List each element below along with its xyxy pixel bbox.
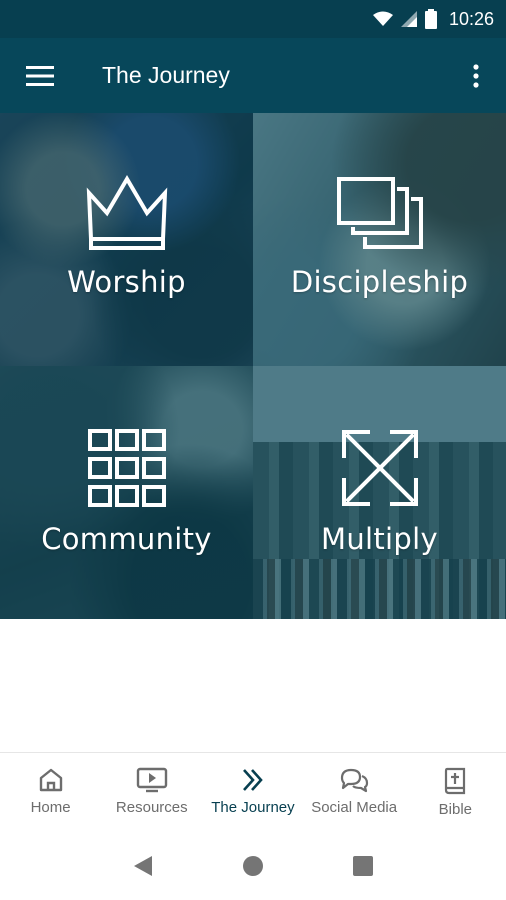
nav-item-the-journey[interactable]: The Journey bbox=[202, 753, 303, 833]
bible-icon bbox=[445, 767, 466, 795]
tile-label-community: Community bbox=[41, 522, 212, 556]
more-vertical-icon bbox=[473, 63, 479, 88]
home-icon bbox=[39, 768, 62, 792]
nav-item-home[interactable]: Home bbox=[0, 753, 101, 833]
bottom-navigation: Home Resources The Journey Social Media … bbox=[0, 752, 506, 832]
nav-label: Resources bbox=[115, 799, 188, 816]
app-bar: The Journey bbox=[0, 38, 506, 113]
grid-icon bbox=[87, 429, 166, 507]
tile-multiply[interactable]: Multiply bbox=[253, 366, 506, 619]
nav-item-resources[interactable]: Resources bbox=[101, 753, 202, 833]
battery-icon bbox=[424, 9, 437, 29]
nav-label: Home bbox=[30, 799, 71, 816]
journey-grid: Worship Discipleship Community Multiply bbox=[0, 113, 506, 619]
recents-square-icon[interactable] bbox=[352, 855, 374, 877]
play-screen-icon bbox=[136, 767, 167, 793]
tile-discipleship[interactable]: Discipleship bbox=[253, 113, 506, 366]
cellular-signal-icon bbox=[400, 11, 417, 27]
expand-arrows-icon bbox=[341, 430, 418, 506]
stacked-squares-icon bbox=[336, 177, 423, 249]
system-navigation-bar bbox=[0, 832, 506, 900]
status-bar: 10:26 bbox=[0, 0, 506, 38]
home-circle-icon[interactable] bbox=[241, 854, 265, 878]
tile-label-worship: Worship bbox=[67, 265, 186, 299]
nav-label: The Journey bbox=[211, 799, 295, 816]
tile-worship[interactable]: Worship bbox=[0, 113, 253, 366]
nav-label: Bible bbox=[438, 801, 473, 818]
nav-item-social-media[interactable]: Social Media bbox=[304, 753, 405, 833]
tile-label-discipleship: Discipleship bbox=[290, 265, 469, 299]
crown-icon bbox=[86, 175, 167, 250]
overflow-menu-button[interactable] bbox=[446, 38, 506, 113]
nav-label: Social Media bbox=[311, 799, 398, 816]
double-chevron-icon bbox=[243, 769, 263, 791]
tile-community[interactable]: Community bbox=[0, 366, 253, 619]
back-icon[interactable] bbox=[132, 854, 154, 878]
menu-button[interactable] bbox=[0, 38, 80, 113]
nav-item-bible[interactable]: Bible bbox=[405, 753, 506, 833]
tile-label-multiply: Multiply bbox=[321, 522, 438, 556]
clock: 10:26 bbox=[448, 8, 494, 29]
chat-bubbles-icon bbox=[341, 768, 369, 793]
wifi-icon bbox=[372, 11, 393, 26]
page-title: The Journey bbox=[102, 62, 230, 88]
hamburger-menu-icon bbox=[26, 65, 54, 86]
